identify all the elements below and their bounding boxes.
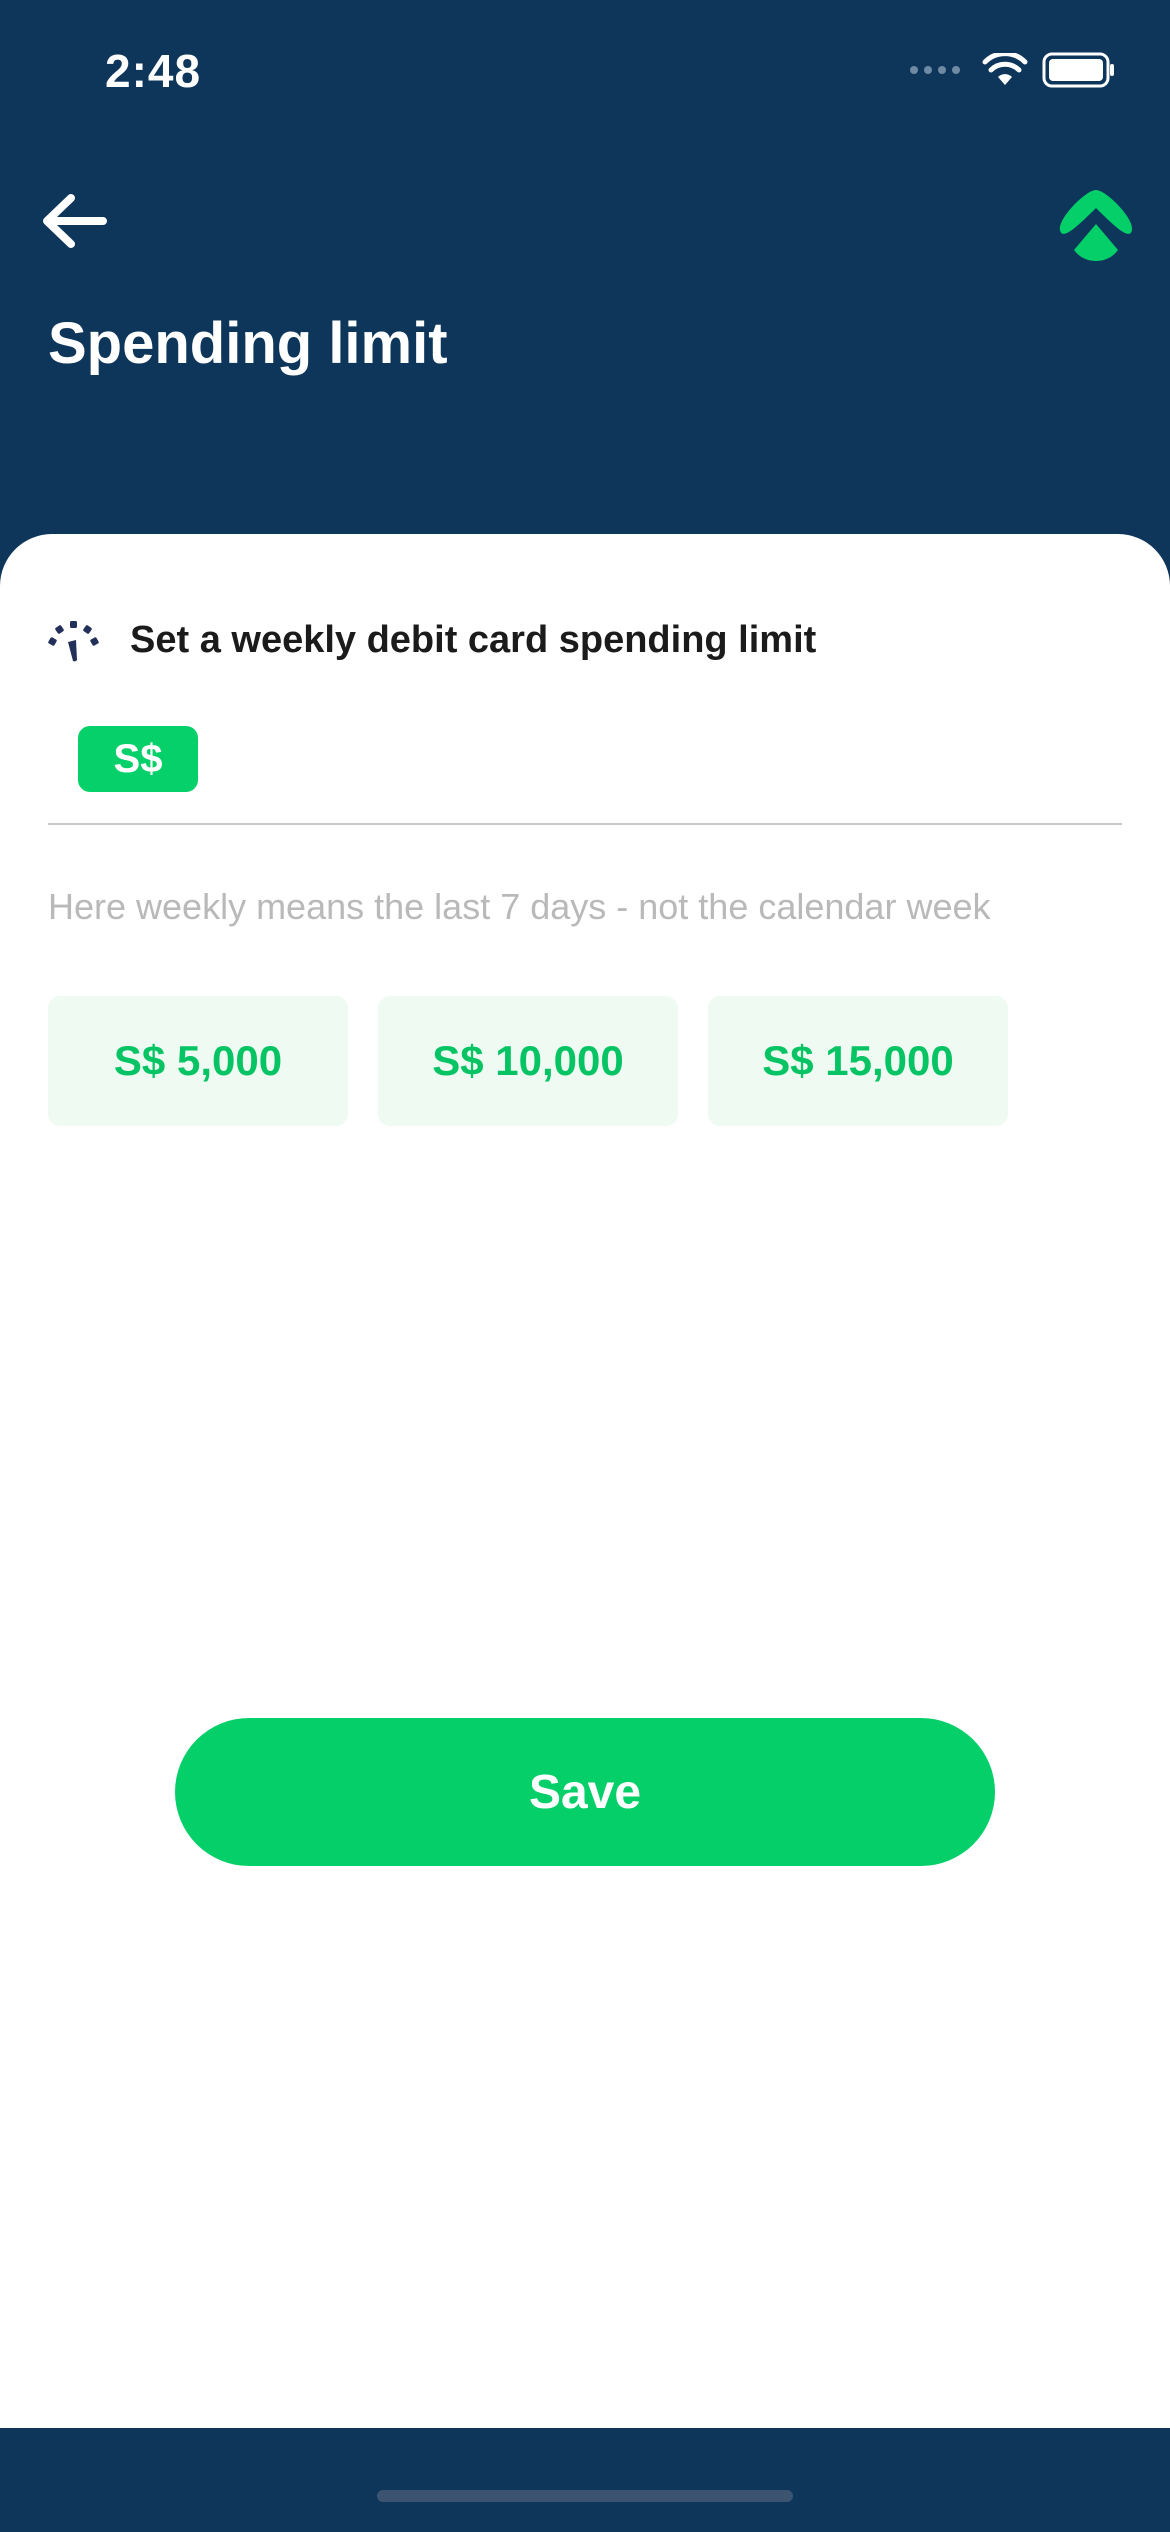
preset-chip-5000[interactable]: S$ 5,000 [48, 996, 348, 1126]
helper-text: Here weekly means the last 7 days - not … [48, 886, 991, 927]
back-button[interactable] [38, 188, 110, 254]
status-time: 2:48 [105, 45, 202, 97]
arrow-left-icon [43, 194, 107, 248]
preset-chip-10000[interactable]: S$ 10,000 [378, 996, 678, 1126]
preset-amounts: S$ 5,000 S$ 10,000 S$ 15,000 [48, 996, 1008, 1126]
currency-badge: S$ [78, 726, 198, 792]
save-button[interactable]: Save [175, 1718, 995, 1866]
cellular-signal-icon [910, 66, 960, 74]
wifi-icon [982, 53, 1028, 85]
section-header: Set a weekly debit card spending limit [46, 616, 816, 664]
status-icons [910, 52, 1116, 88]
battery-icon [1042, 52, 1114, 88]
spending-limit-screen: 2:48 Spending limit Set a weekly debit c… [0, 0, 1170, 2532]
speedometer-icon [48, 621, 99, 662]
input-underline [48, 823, 1122, 825]
preset-chip-15000[interactable]: S$ 15,000 [708, 996, 1008, 1126]
amount-input[interactable] [220, 724, 1120, 794]
home-indicator [377, 2490, 793, 2502]
section-title: Set a weekly debit card spending limit [130, 618, 817, 661]
content-sheet: Set a weekly debit card spending limit S… [0, 534, 1170, 2428]
brand-logo-icon [1059, 190, 1133, 261]
page-title: Spending limit [48, 311, 448, 376]
